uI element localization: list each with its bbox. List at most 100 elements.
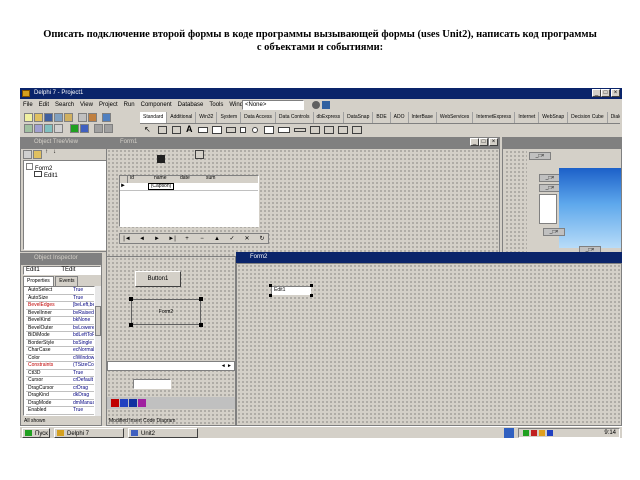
inspector-row[interactable]: BevelKind bkNone: [26, 317, 94, 325]
menu-item-file[interactable]: File: [20, 99, 36, 111]
property-value[interactable]: [beLeft,beTop: [73, 302, 94, 310]
edit-handle-bl[interactable]: [269, 294, 272, 297]
form1-minimize-button[interactable]: _: [470, 138, 479, 146]
menu-item-search[interactable]: Search: [52, 99, 77, 111]
palette-tab-system[interactable]: System: [217, 112, 242, 123]
inspector-row[interactable]: DragKind dkDrag: [26, 392, 94, 400]
property-value[interactable]: dkDrag: [73, 392, 94, 400]
form2-edit[interactable]: Edit1: [271, 286, 311, 295]
frame-icon[interactable]: [158, 126, 167, 134]
palette-tab-data-access[interactable]: Data Access: [241, 112, 276, 123]
run-icon[interactable]: [70, 124, 79, 133]
treeview-item-edit1[interactable]: Edit1: [34, 171, 58, 179]
property-value[interactable]: bvRaised: [73, 310, 94, 318]
edit-handle-br[interactable]: [310, 294, 313, 297]
form1-maximize-button[interactable]: □: [479, 138, 488, 146]
inspector-row[interactable]: AutoSelect True: [26, 287, 94, 295]
main-menu-icon[interactable]: [172, 126, 181, 134]
start-button[interactable]: Пуск: [22, 428, 50, 438]
palette-tab-additional[interactable]: Additional: [167, 112, 197, 123]
treeview-down-icon[interactable]: ↓: [53, 149, 56, 155]
inspector-row[interactable]: DragCursor crDrag: [26, 385, 94, 393]
window-buttons-4[interactable]: _□×: [543, 228, 565, 236]
palette-tab-internetexpress[interactable]: InternetExpress: [473, 112, 516, 123]
scrollbar-icon[interactable]: [294, 128, 306, 132]
window-buttons-3[interactable]: _□×: [539, 184, 561, 192]
menu-item-component[interactable]: Component: [138, 99, 175, 111]
palette-tab-bde[interactable]: BDE: [373, 112, 391, 123]
memo-icon[interactable]: [212, 126, 222, 134]
property-value[interactable]: crDefault: [73, 377, 94, 385]
navigator-button-1[interactable]: ◄: [135, 234, 149, 245]
palette-tab-interbase[interactable]: InterBase: [409, 112, 437, 123]
navigator-button-4[interactable]: +: [180, 234, 194, 245]
inspector-row[interactable]: Color clWindow: [26, 355, 94, 363]
close-button[interactable]: ×: [611, 89, 620, 97]
menu-item-project[interactable]: Project: [96, 99, 121, 111]
treeview-new-icon[interactable]: [23, 150, 32, 159]
groupbox-icon[interactable]: [310, 126, 320, 134]
inspector-row[interactable]: BiDiMode bdLeftToRight: [26, 332, 94, 340]
inspector-row[interactable]: BevelInner bvRaised: [26, 310, 94, 318]
inspector-row[interactable]: BorderStyle bsSingle: [26, 340, 94, 347]
inspector-row[interactable]: Constraints (TSizeConstr: [26, 362, 94, 370]
checkbox-icon[interactable]: [240, 127, 246, 133]
button-icon[interactable]: [226, 127, 236, 133]
toggle-form-unit-icon[interactable]: [44, 124, 53, 133]
navigator-button-6[interactable]: ▲: [210, 234, 224, 245]
treeview-delete-icon[interactable]: [33, 150, 42, 159]
inspector-row[interactable]: Ctl3D True: [26, 370, 94, 378]
inspector-row[interactable]: Enabled True: [26, 407, 94, 415]
navigator-button-7[interactable]: ✓: [225, 234, 239, 245]
code-explorer-title-bar[interactable]: [503, 138, 621, 149]
inspector-row[interactable]: DragMode dmManual: [26, 400, 94, 408]
taskbar-item-unit2[interactable]: Unit2: [128, 428, 198, 438]
treeview-up-icon[interactable]: ↑: [45, 149, 48, 155]
tray-update-icon[interactable]: [547, 430, 553, 436]
view-unit-icon[interactable]: [24, 124, 33, 133]
save-icon[interactable]: [44, 113, 53, 122]
property-value[interactable]: True: [73, 295, 94, 303]
window-buttons-1[interactable]: _□×: [529, 152, 551, 160]
property-value[interactable]: clWindow: [73, 355, 94, 363]
edit-handle-tr[interactable]: [310, 284, 313, 287]
inspector-row[interactable]: BevelEdges [beLeft,beTop: [26, 302, 94, 310]
dbgrid[interactable]: id name date sum ► (Caption): [119, 175, 259, 227]
property-value[interactable]: True: [73, 287, 94, 295]
edit-icon[interactable]: [198, 127, 208, 133]
palette-tab-datasnap[interactable]: DataSnap: [344, 112, 374, 123]
inspector-object-select[interactable]: Edit1 TEdit: [23, 266, 101, 275]
form1-title-bar[interactable]: Form1 _ □ ×: [106, 137, 500, 148]
edit-handle-tl[interactable]: [269, 284, 272, 287]
form1-button[interactable]: Button1: [135, 271, 181, 287]
palette-tab-webservices[interactable]: WebServices: [437, 112, 474, 123]
open-project-icon[interactable]: [64, 113, 73, 122]
save-desktop-icon[interactable]: [312, 101, 320, 109]
selection-handle-tl[interactable]: [129, 297, 133, 301]
minimize-button[interactable]: _: [592, 89, 601, 97]
desktop-select[interactable]: <None>: [242, 100, 304, 110]
listbox-icon[interactable]: [264, 126, 274, 134]
view-form-icon[interactable]: [34, 124, 43, 133]
property-value[interactable]: True: [73, 407, 94, 415]
save-all-icon[interactable]: [54, 113, 63, 122]
property-value[interactable]: dmManual: [73, 400, 94, 408]
inspector-row[interactable]: Font (TFont): [26, 415, 94, 416]
inspector-scrollbar[interactable]: [95, 286, 101, 416]
property-value[interactable]: True: [73, 370, 94, 378]
palette-tab-standard[interactable]: Standard: [140, 112, 168, 123]
color-swatch-red[interactable]: [111, 399, 119, 407]
label-icon[interactable]: A: [186, 124, 193, 134]
inspector-title-bar[interactable]: Object Inspector: [20, 253, 102, 264]
palette-tab-data-controls[interactable]: Data Controls: [276, 112, 314, 123]
menu-item-database[interactable]: Database: [175, 99, 207, 111]
color-swatch-blue[interactable]: [120, 399, 128, 407]
form1-close-button[interactable]: ×: [489, 138, 498, 146]
radiobutton-icon[interactable]: [252, 127, 258, 133]
pointer-icon[interactable]: ↖: [144, 125, 153, 134]
palette-tab-internet[interactable]: Internet: [515, 112, 540, 123]
navigator-button-5[interactable]: −: [195, 234, 209, 245]
property-value[interactable]: crDrag: [73, 385, 94, 393]
combobox-icon[interactable]: [278, 127, 290, 133]
step-over-icon[interactable]: [104, 124, 113, 133]
